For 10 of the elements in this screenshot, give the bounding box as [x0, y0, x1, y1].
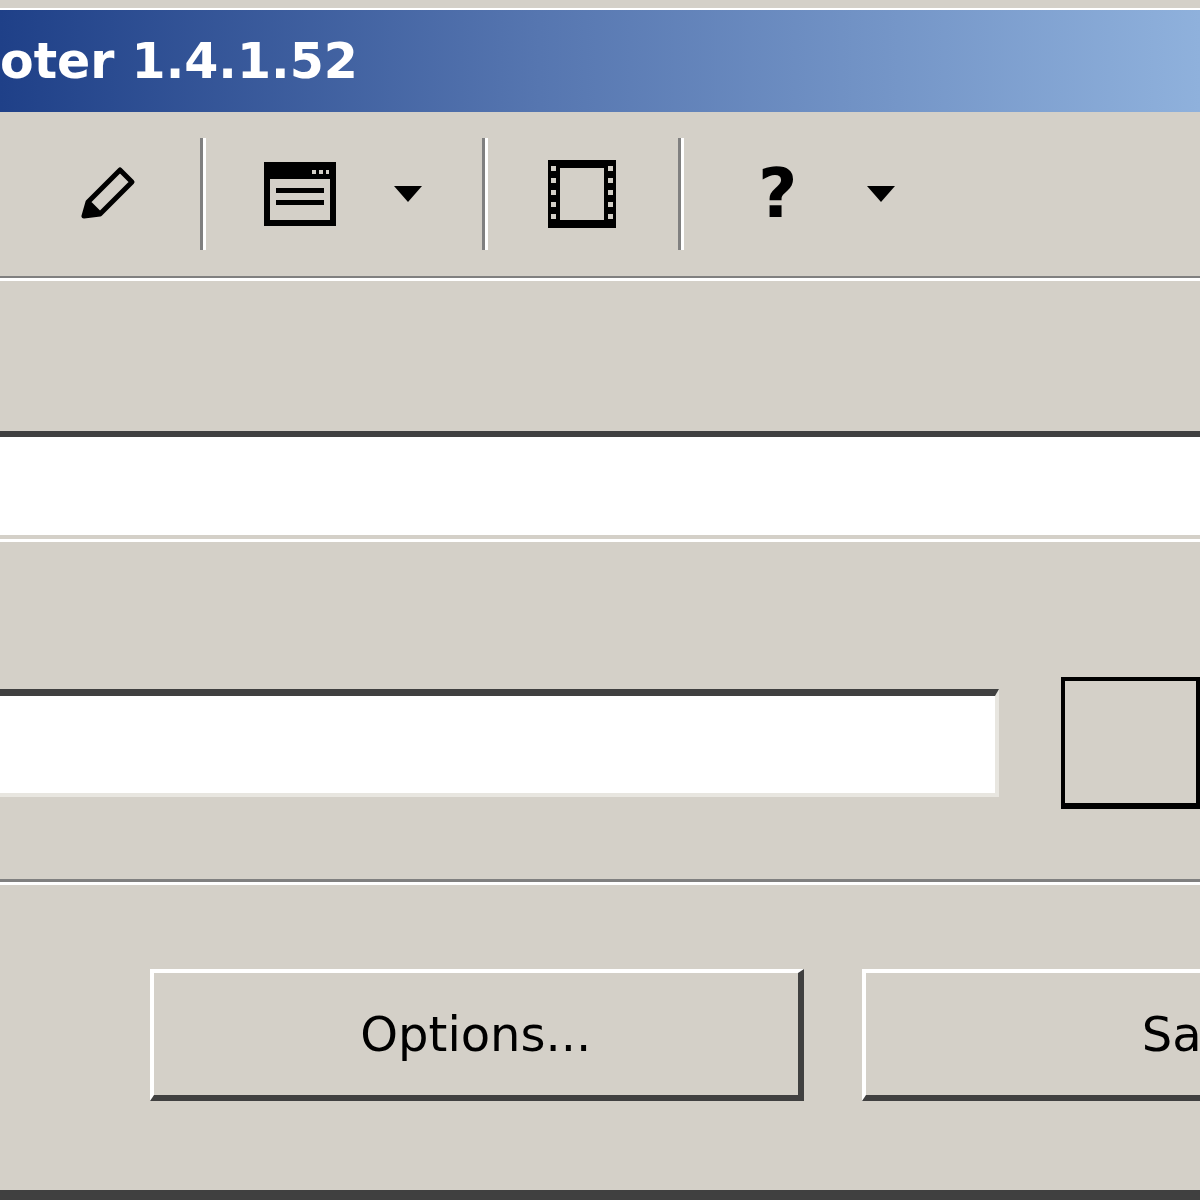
dialog-button[interactable]: Options...	[150, 969, 804, 1101]
caret-icon[interactable]	[394, 186, 422, 202]
window-icon[interactable]	[264, 162, 336, 226]
window-title: oter 1.4.1.52	[0, 36, 358, 86]
side-button[interactable]	[1061, 677, 1200, 809]
input-field[interactable]	[0, 689, 1000, 797]
film-icon[interactable]	[546, 158, 618, 230]
help-button[interactable]: ?	[754, 160, 802, 228]
caret-icon[interactable]	[867, 186, 896, 202]
dialog-button[interactable]: Sa	[861, 969, 1200, 1101]
